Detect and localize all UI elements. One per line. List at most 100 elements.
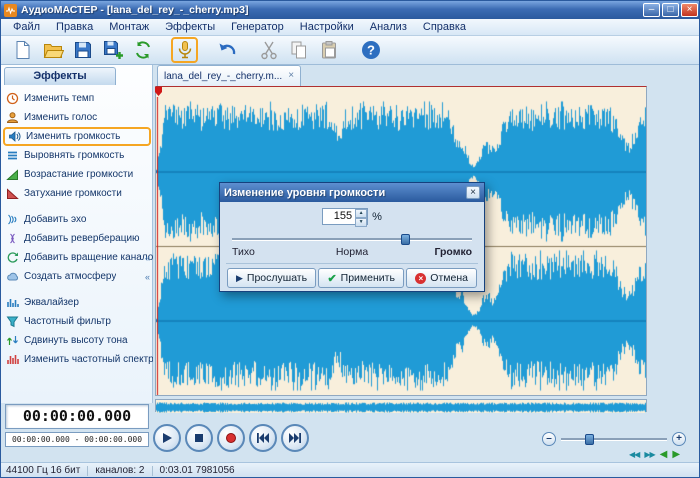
menu-edit[interactable]: Правка (48, 20, 101, 34)
app-window: АудиоМАСТЕР - [lana_del_rey_-_cherry.mp3… (0, 0, 700, 478)
sidebar-item-label: Выровнять громкость (24, 150, 125, 161)
sidebar-item-change-tempo[interactable]: Изменить темп (1, 89, 153, 108)
apply-button[interactable]: ✔ Применить (318, 268, 404, 288)
record-button[interactable] (171, 37, 198, 63)
selection-time-display: 00:00:00.000 - 00:00:00.000 (5, 432, 149, 447)
help-button[interactable]: ? (357, 37, 384, 63)
voice-icon (6, 112, 19, 123)
speaker-icon (9, 131, 21, 142)
sidebar-item-label: Изменить темп (24, 93, 95, 104)
scissors-icon (260, 41, 277, 60)
copy-button[interactable] (285, 37, 312, 63)
scroll-right-icon[interactable]: ▶▶ (644, 450, 655, 459)
zoom-out-button[interactable]: – (542, 432, 556, 446)
sidebar-item-level-volume[interactable]: Выровнять громкость (1, 146, 153, 165)
timeline-ruler[interactable] (155, 87, 646, 97)
convert-button[interactable] (129, 37, 156, 63)
sidebar-item-frequency-filter[interactable]: Частотный фильтр (1, 312, 153, 331)
volume-slider-labels: Тихо Норма Громко (232, 246, 472, 259)
volume-slider-handle[interactable] (400, 234, 410, 245)
overview-canvas[interactable] (156, 402, 646, 413)
scroll-left-icon[interactable]: ◀◀ (629, 450, 640, 459)
spectrum-icon (7, 355, 19, 364)
cancel-button[interactable]: × Отмена (406, 268, 477, 288)
menu-montage[interactable]: Монтаж (101, 20, 157, 34)
spinner-up-icon[interactable]: ▲ (355, 209, 368, 218)
record-transport-button[interactable] (217, 424, 245, 452)
sidebar-item-change-spectrum[interactable]: Изменить частотный спектр (1, 350, 153, 369)
playhead-marker-icon[interactable] (155, 87, 162, 96)
title-bar[interactable]: АудиоМАСТЕР - [lana_del_rey_-_cherry.mp3… (1, 1, 699, 19)
status-divider (87, 465, 89, 476)
menu-generator[interactable]: Генератор (223, 20, 292, 34)
sidebar-item-change-volume[interactable]: Изменить громкость (3, 127, 151, 146)
document-tab[interactable]: lana_del_rey_-_cherry.m... × (157, 65, 302, 86)
cancel-icon: × (415, 272, 427, 284)
sidebar-item-fade-out[interactable]: Затухание громкости (1, 184, 153, 203)
sidebar-item-label: Изменить голос (24, 112, 98, 123)
menu-analysis[interactable]: Анализ (362, 20, 415, 34)
zoom-slider-track[interactable] (561, 434, 667, 445)
listen-button[interactable]: ▶ Прослушать (227, 268, 317, 288)
next-button[interactable] (281, 424, 309, 452)
overview-strip[interactable] (155, 399, 647, 413)
atmosphere-icon (7, 272, 19, 281)
convert-icon (135, 41, 150, 59)
menu-settings[interactable]: Настройки (292, 20, 362, 34)
previous-button[interactable] (249, 424, 277, 452)
dialog-separator (226, 263, 478, 264)
sidebar-item-create-atmosphere[interactable]: Создать атмосферу « (1, 267, 153, 286)
play-button[interactable] (153, 424, 181, 452)
new-file-button[interactable] (9, 37, 36, 63)
sidebar-item-shift-pitch[interactable]: Сдвинуть высоту тона (1, 331, 153, 350)
zoom-slider-handle[interactable] (584, 434, 594, 445)
close-button[interactable]: × (681, 3, 698, 17)
sidebar-item-add-reverb[interactable]: Добавить реверберацию (1, 229, 153, 248)
menu-file[interactable]: Файл (5, 20, 48, 34)
microphone-icon (178, 41, 191, 59)
pitch-icon (7, 336, 18, 345)
paste-button[interactable] (315, 37, 342, 63)
dialog-close-button[interactable]: × (466, 186, 480, 199)
maximize-button[interactable]: □ (662, 3, 679, 17)
sidebar-item-channel-rotation[interactable]: Добавить вращение каналов « (1, 248, 153, 267)
jump-end-icon[interactable]: ▶ (672, 449, 680, 460)
skip-back-icon (257, 433, 269, 443)
menu-effects[interactable]: Эффекты (157, 20, 223, 34)
sidebar-item-equalizer[interactable]: Эквалайзер (1, 293, 153, 312)
volume-value-input[interactable]: 155 ▲ ▼ (322, 208, 369, 227)
dialog-buttons: ▶ Прослушать ✔ Применить × Отмена (220, 268, 484, 288)
sidebar-item-add-echo[interactable]: Добавить эхо (1, 210, 153, 229)
open-button[interactable] (39, 37, 66, 63)
save-as-button[interactable] (99, 37, 126, 63)
sidebar-item-label: Изменить громкость (26, 131, 121, 142)
play-preview-icon: ▶ (236, 272, 243, 283)
spinner-down-icon[interactable]: ▼ (355, 218, 368, 227)
zoom-in-button[interactable]: + (672, 432, 686, 446)
effects-list: Изменить темп Изменить голос Изменить гр… (1, 89, 153, 369)
jump-start-icon[interactable]: ◀ (660, 449, 668, 460)
status-divider (151, 465, 153, 476)
check-icon: ✔ (327, 272, 337, 285)
cut-button[interactable] (255, 37, 282, 63)
sidebar-header: Эффекты (4, 67, 116, 85)
collapse-arrow-icon[interactable]: « (145, 272, 150, 282)
minimize-button[interactable]: – (643, 3, 660, 17)
stop-button[interactable] (185, 424, 213, 452)
paste-icon (321, 41, 336, 59)
tab-close-icon[interactable]: × (288, 71, 294, 81)
sidebar-item-change-voice[interactable]: Изменить голос (1, 108, 153, 127)
sidebar-item-label: Добавить вращение каналов (24, 252, 153, 263)
menu-help[interactable]: Справка (415, 20, 474, 34)
help-icon: ? (361, 41, 380, 59)
label-quiet: Тихо (232, 246, 255, 258)
save-button[interactable] (69, 37, 96, 63)
ramp-down-icon (7, 188, 19, 199)
svg-text:?: ? (367, 43, 375, 58)
sidebar-item-fade-in[interactable]: Возрастание громкости (1, 165, 153, 184)
collapse-arrow-icon[interactable]: « (145, 253, 150, 263)
volume-slider-track[interactable] (232, 234, 472, 245)
echo-icon (8, 214, 17, 225)
dialog-title-bar[interactable]: Изменение уровня громкости × (220, 183, 484, 202)
undo-button[interactable] (213, 37, 240, 63)
